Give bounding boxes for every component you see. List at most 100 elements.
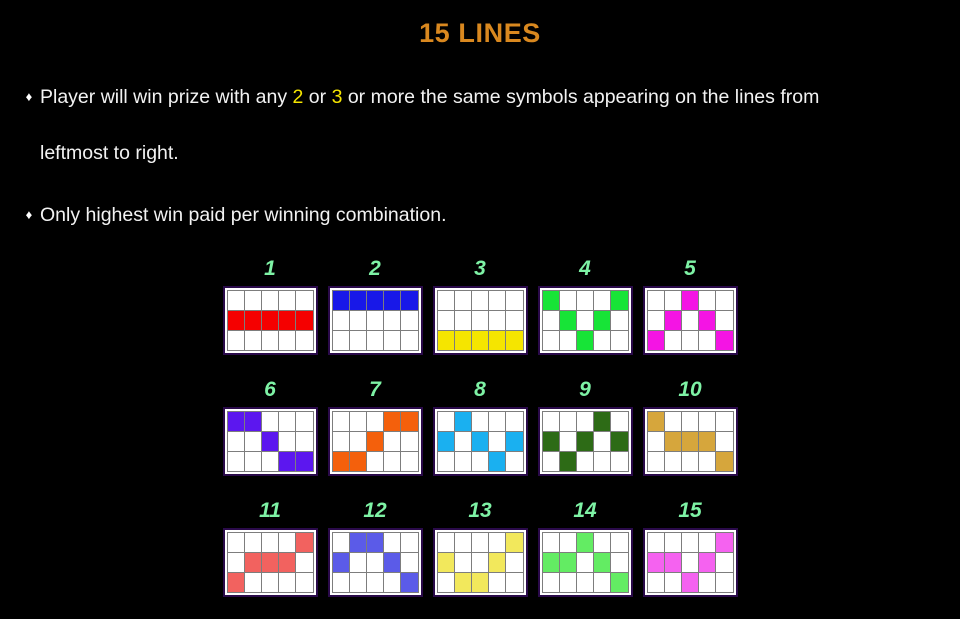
grid-cell-active	[401, 291, 418, 310]
grid-cell-active	[699, 432, 716, 451]
payline-grid-cells	[436, 290, 524, 351]
grid-cell-active	[664, 553, 681, 572]
grid-cell-active	[471, 573, 489, 592]
grid-cell-empty	[366, 331, 384, 350]
payline-3[interactable]: 3	[430, 256, 530, 355]
grid-cell-empty	[401, 331, 418, 350]
grid-cell-empty	[349, 573, 366, 592]
payline-10[interactable]: 10	[640, 377, 740, 476]
grid-cell-active	[594, 311, 611, 330]
grid-cell-empty	[261, 573, 279, 592]
grid-cell-active	[279, 553, 296, 572]
grid-cell-empty	[227, 553, 244, 572]
grid-cell-empty	[699, 573, 716, 592]
grid-cell-active	[716, 533, 733, 552]
grid-cell-empty	[542, 573, 559, 592]
payline-number-label: 15	[678, 499, 702, 522]
rule-1-highlight-3: 3	[331, 86, 343, 108]
grid-cell-empty	[506, 291, 523, 310]
payline-2[interactable]: 2	[325, 256, 425, 355]
grid-cell-empty	[437, 452, 454, 471]
grid-cell-empty	[576, 412, 594, 431]
grid-cell-empty	[647, 291, 664, 310]
payline-15[interactable]: 15	[640, 498, 740, 597]
grid-cell-empty	[681, 452, 699, 471]
grid-cell-empty	[454, 553, 471, 572]
grid-cell-empty	[437, 311, 454, 330]
grid-cell-empty	[437, 533, 454, 552]
grid-cell-empty	[384, 452, 401, 471]
grid-cell-empty	[681, 331, 699, 350]
payline-8[interactable]: 8	[430, 377, 530, 476]
grid-cell-empty	[454, 452, 471, 471]
grid-cell-empty	[454, 291, 471, 310]
grid-cell-active	[681, 291, 699, 310]
payline-grid-cells	[646, 290, 734, 351]
grid-cell-empty	[542, 533, 559, 552]
grid-cell-active	[261, 553, 279, 572]
grid-cell-active	[506, 331, 523, 350]
payline-14[interactable]: 14	[535, 498, 635, 597]
grid-cell-empty	[437, 291, 454, 310]
grid-cell-active	[279, 452, 296, 471]
grid-cell-active	[454, 412, 471, 431]
payline-4[interactable]: 4	[535, 256, 635, 355]
grid-cell-empty	[506, 573, 523, 592]
payline-grid-cells	[646, 411, 734, 472]
payline-grid	[432, 286, 528, 355]
page-title: 15 LINES	[419, 18, 541, 48]
payline-6[interactable]: 6	[220, 377, 320, 476]
grid-cell-empty	[576, 452, 594, 471]
grid-cell-active	[332, 291, 349, 310]
payline-12[interactable]: 12	[325, 498, 425, 597]
payline-number-label: 3	[474, 257, 486, 280]
grid-cell-active	[699, 553, 716, 572]
payline-grid-cells	[331, 290, 419, 351]
grid-cell-empty	[384, 432, 401, 451]
grid-cell-empty	[489, 412, 506, 431]
payline-grid-cells	[436, 411, 524, 472]
grid-cell-empty	[384, 331, 401, 350]
grid-cell-active	[384, 412, 401, 431]
payline-1[interactable]: 1	[220, 256, 320, 355]
grid-cell-empty	[279, 432, 296, 451]
grid-cell-active	[366, 533, 384, 552]
grid-cell-empty	[244, 452, 261, 471]
rule-item-1: ♦ Player will win prize with any 2 or 3 …	[18, 80, 942, 114]
grid-cell-active	[489, 452, 506, 471]
grid-cell-empty	[559, 331, 576, 350]
payline-13[interactable]: 13	[430, 498, 530, 597]
grid-cell-empty	[332, 331, 349, 350]
grid-cell-empty	[471, 412, 489, 431]
grid-cell-empty	[454, 533, 471, 552]
grid-cell-empty	[401, 553, 418, 572]
payline-number-label: 5	[684, 257, 696, 280]
payline-number-label: 13	[468, 499, 492, 522]
grid-cell-empty	[664, 573, 681, 592]
payline-7[interactable]: 7	[325, 377, 425, 476]
payline-number-label: 9	[579, 378, 591, 401]
grid-cell-empty	[366, 412, 384, 431]
payline-5[interactable]: 5	[640, 256, 740, 355]
grid-cell-active	[349, 291, 366, 310]
grid-cell-empty	[489, 573, 506, 592]
bullet-diamond-icon: ♦	[25, 207, 33, 222]
grid-cell-active	[401, 573, 418, 592]
grid-cell-active	[349, 452, 366, 471]
grid-cell-active	[296, 452, 313, 471]
grid-cell-empty	[366, 573, 384, 592]
grid-cell-empty	[542, 331, 559, 350]
grid-cell-empty	[261, 412, 279, 431]
rule-1-text: Player will win prize with any 2 or 3 or…	[40, 80, 819, 114]
grid-cell-active	[716, 452, 733, 471]
grid-cell-empty	[384, 533, 401, 552]
grid-cell-empty	[279, 412, 296, 431]
grid-cell-empty	[594, 533, 611, 552]
grid-cell-active	[279, 311, 296, 330]
payline-9[interactable]: 9	[535, 377, 635, 476]
grid-cell-active	[244, 553, 261, 572]
grid-cell-empty	[611, 452, 628, 471]
grid-cell-empty	[542, 452, 559, 471]
grid-cell-empty	[681, 412, 699, 431]
payline-11[interactable]: 11	[220, 498, 320, 597]
